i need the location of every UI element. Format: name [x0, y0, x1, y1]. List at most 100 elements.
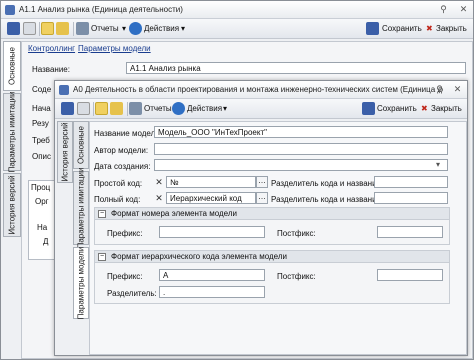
- author-field[interactable]: [154, 143, 448, 155]
- move-icon[interactable]: [95, 102, 108, 115]
- toolbar-separator: [39, 22, 40, 36]
- partial-label-3: Резу: [32, 119, 49, 128]
- copy-icon[interactable]: [77, 102, 90, 115]
- app-icon: [5, 4, 15, 15]
- front-tab-model[interactable]: Параметры модели: [73, 247, 89, 319]
- hierarchy-separator-field[interactable]: .: [159, 286, 265, 298]
- hierarchy-postfix-field[interactable]: [377, 269, 443, 281]
- separator-label: Разделитель:: [107, 289, 157, 298]
- hierarchy-prefix-field[interactable]: А: [159, 269, 265, 281]
- close-x-icon[interactable]: ✖: [426, 24, 433, 33]
- breadcrumb-model-params[interactable]: Параметры модели: [78, 44, 151, 53]
- close-x-icon[interactable]: ✖: [421, 104, 428, 113]
- back-window-title: А1.1 Анализ рынка (Единица деятельности): [19, 5, 183, 14]
- save-button[interactable]: Сохранить: [377, 104, 417, 113]
- front-window: А0 Деятельность в области проектирования…: [54, 80, 468, 356]
- save-icon[interactable]: [366, 22, 379, 35]
- chevron-down-icon[interactable]: ▾: [122, 24, 126, 33]
- close-button[interactable]: Закрыть: [431, 104, 462, 113]
- number-format-group: − Формат номера элемента модели Префикс:…: [94, 207, 450, 245]
- toolbar-separator: [127, 102, 128, 116]
- prefix-label: Префикс:: [107, 229, 143, 238]
- actions-icon[interactable]: [129, 22, 142, 35]
- reports-menu[interactable]: Отчеты: [144, 104, 172, 113]
- sub-panel-row: Д: [43, 237, 49, 246]
- front-tab-history[interactable]: История версий: [57, 121, 73, 183]
- pin-icon[interactable]: ⚲: [433, 83, 446, 96]
- save-icon[interactable]: [61, 102, 74, 115]
- simple-code-label: Простой код:: [94, 179, 143, 188]
- chevron-down-icon[interactable]: ▾: [181, 24, 185, 33]
- model-name-label: Название модели:: [94, 129, 162, 138]
- partial-label-5: Опис: [32, 152, 52, 161]
- hierarchy-format-group: − Формат иерархического кода элемента мо…: [94, 250, 450, 304]
- number-format-title: Формат номера элемента модели: [111, 209, 237, 218]
- front-tab-imitation[interactable]: Параметры имитации: [73, 168, 89, 248]
- reports-menu[interactable]: Отчеты: [91, 24, 119, 33]
- name-field[interactable]: А1.1 Анализ рынка: [126, 62, 466, 74]
- actions-menu[interactable]: Действия: [187, 104, 222, 113]
- move-icon[interactable]: [41, 22, 54, 35]
- pin-icon[interactable]: ⚲: [437, 3, 450, 16]
- actions-icon[interactable]: [172, 102, 185, 115]
- hierarchy-format-header[interactable]: − Формат иерархического кода элемента мо…: [95, 251, 449, 263]
- sub-panel-row: На: [37, 223, 48, 232]
- back-window-titlebar: А1.1 Анализ рынка (Единица деятельности)…: [1, 1, 473, 19]
- simple-separator-label: Разделитель кода и названия:: [271, 179, 384, 188]
- clear-icon[interactable]: ✕: [154, 192, 164, 204]
- simple-code-field[interactable]: №: [166, 176, 256, 188]
- toolbar-separator: [93, 102, 94, 116]
- number-format-header[interactable]: − Формат номера элемента модели: [95, 208, 449, 220]
- number-postfix-field[interactable]: [377, 226, 443, 238]
- breadcrumb-controlling[interactable]: Контроллинг: [28, 44, 75, 53]
- back-tab-main[interactable]: Основные: [3, 41, 21, 91]
- save-icon[interactable]: [362, 102, 375, 115]
- actions-menu[interactable]: Действия: [144, 24, 179, 33]
- partial-label-1: Соде: [32, 85, 52, 94]
- back-tab-imitation[interactable]: Параметры имитации: [3, 92, 21, 172]
- full-code-field[interactable]: Иерархический код: [166, 192, 256, 204]
- back-tab-history[interactable]: История версий: [3, 173, 21, 237]
- partial-label-2: Нача: [32, 104, 51, 113]
- close-button[interactable]: Закрыть: [436, 24, 467, 33]
- simple-separator-field[interactable]: [374, 176, 448, 188]
- sub-panel-row: Орг: [35, 197, 49, 206]
- full-separator-label: Разделитель кода и названия:: [271, 195, 384, 204]
- front-window-titlebar: А0 Деятельность в области проектирования…: [55, 81, 467, 99]
- front-tab-main[interactable]: Основные: [73, 121, 89, 169]
- chevron-down-icon[interactable]: ▾: [223, 104, 227, 113]
- reports-icon[interactable]: [129, 102, 142, 115]
- created-date-field[interactable]: [154, 159, 448, 171]
- partial-label-4: Треб: [32, 136, 50, 145]
- postfix-label: Постфикс:: [277, 272, 316, 281]
- reports-icon[interactable]: [76, 22, 89, 35]
- close-icon[interactable]: ✕: [451, 83, 464, 96]
- close-icon[interactable]: ✕: [457, 3, 470, 16]
- front-content: Название модели: Модель_ООО "ИнТехПроект…: [89, 121, 467, 355]
- created-label: Дата создания:: [94, 162, 151, 171]
- author-label: Автор модели:: [94, 146, 149, 155]
- toolbar-separator: [73, 22, 74, 36]
- prefix-label: Префикс:: [107, 272, 143, 281]
- collapse-icon[interactable]: −: [98, 253, 106, 261]
- browse-button[interactable]: …: [256, 192, 268, 204]
- save-button[interactable]: Сохранить: [382, 24, 422, 33]
- postfix-label: Постфикс:: [277, 229, 316, 238]
- back-toolbar: Отчеты ▾ Действия ▾ Сохранить ✖ Закрыть: [1, 19, 473, 39]
- copy-icon[interactable]: [23, 22, 36, 35]
- number-prefix-field[interactable]: [159, 226, 265, 238]
- full-separator-field[interactable]: [374, 192, 448, 204]
- sub-panel-header: Проц: [31, 183, 51, 192]
- link-icon[interactable]: [56, 22, 69, 35]
- hierarchy-format-title: Формат иерархического кода элемента моде…: [111, 252, 287, 261]
- save-icon[interactable]: [7, 22, 20, 35]
- link-icon[interactable]: [110, 102, 123, 115]
- collapse-icon[interactable]: −: [98, 210, 106, 218]
- full-code-label: Полный код:: [94, 195, 141, 204]
- clear-icon[interactable]: ✕: [154, 176, 164, 188]
- browse-button[interactable]: …: [256, 176, 268, 188]
- front-toolbar: Отчеты ▾ Действия ▾ Сохранить ✖ Закрыть: [55, 99, 467, 119]
- dropdown-arrow-icon[interactable]: ▾: [436, 160, 440, 169]
- front-window-title: А0 Деятельность в области проектирования…: [73, 85, 443, 94]
- model-name-field[interactable]: Модель_ООО "ИнТехПроект": [154, 126, 448, 138]
